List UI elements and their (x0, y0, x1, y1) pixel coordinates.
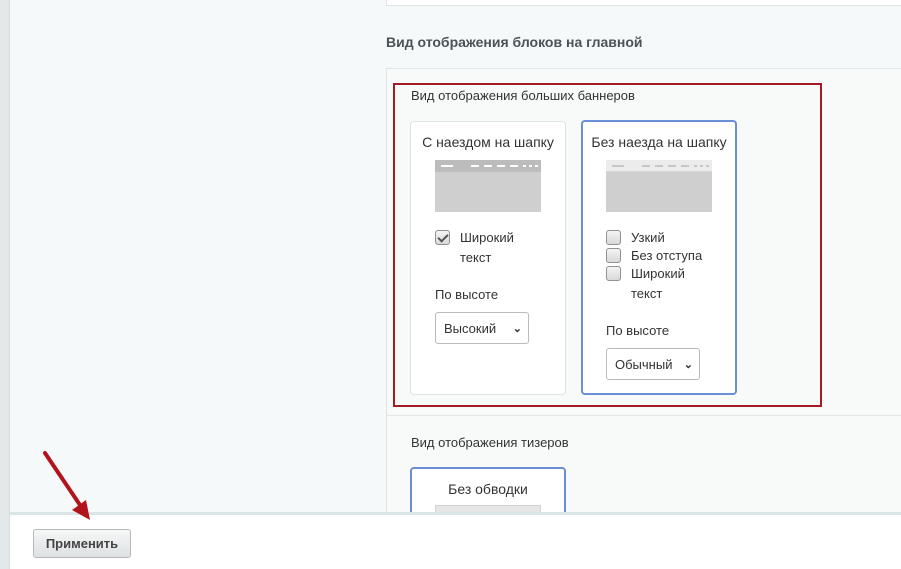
height-label: По высоте (606, 323, 670, 338)
left-panel-edge (0, 0, 10, 569)
checkbox[interactable] (606, 266, 621, 281)
checkbox-checked[interactable] (435, 230, 450, 245)
narrow-checkbox-row[interactable]: Узкий (606, 228, 665, 248)
no-padding-checkbox-row[interactable]: Без отступа (606, 246, 702, 266)
height-select-value: Обычный (615, 356, 673, 372)
banner-option-no-overlap[interactable]: Без наезда на шапку Узкий Без отступа Ши… (581, 120, 737, 395)
apply-button[interactable]: Применить (33, 529, 131, 558)
panel-divider (386, 415, 901, 416)
footer-bar (10, 512, 901, 569)
checkbox-label: Широкий текст (631, 266, 685, 301)
chevron-down-icon: ⌄ (512, 323, 522, 335)
banner-preview-image (435, 160, 541, 212)
chevron-down-icon: ⌄ (683, 359, 693, 371)
checkbox[interactable] (606, 230, 621, 245)
previous-section-edge (386, 0, 901, 6)
banner-option-overlap[interactable]: С наездом на шапку Широкий текст По высо… (410, 121, 566, 395)
height-select-value: Высокий (444, 320, 497, 336)
annotation-arrow-icon (43, 451, 90, 520)
checkbox[interactable] (606, 248, 621, 263)
checkbox-label: Без отступа (631, 248, 703, 263)
banners-group-label: Вид отображения больших баннеров (411, 88, 635, 103)
card-title: Без обводки (448, 481, 528, 497)
card-title: Без наезда на шапку (591, 134, 727, 150)
height-label: По высоте (435, 287, 499, 302)
wide-text-checkbox-row[interactable]: Широкий текст (606, 264, 701, 304)
checkbox-label: Узкий (631, 230, 665, 245)
teasers-group-label: Вид отображения тизеров (411, 435, 569, 450)
checkbox-label: Широкий текст (460, 230, 514, 265)
wide-text-checkbox-row[interactable]: Широкий текст (435, 228, 530, 268)
card-title: С наездом на шапку (422, 134, 554, 150)
height-select[interactable]: Обычный ⌄ (606, 348, 700, 380)
height-select[interactable]: Высокий ⌄ (435, 312, 529, 344)
banner-preview-image (606, 160, 712, 212)
section-title: Вид отображения блоков на главной (386, 34, 643, 50)
